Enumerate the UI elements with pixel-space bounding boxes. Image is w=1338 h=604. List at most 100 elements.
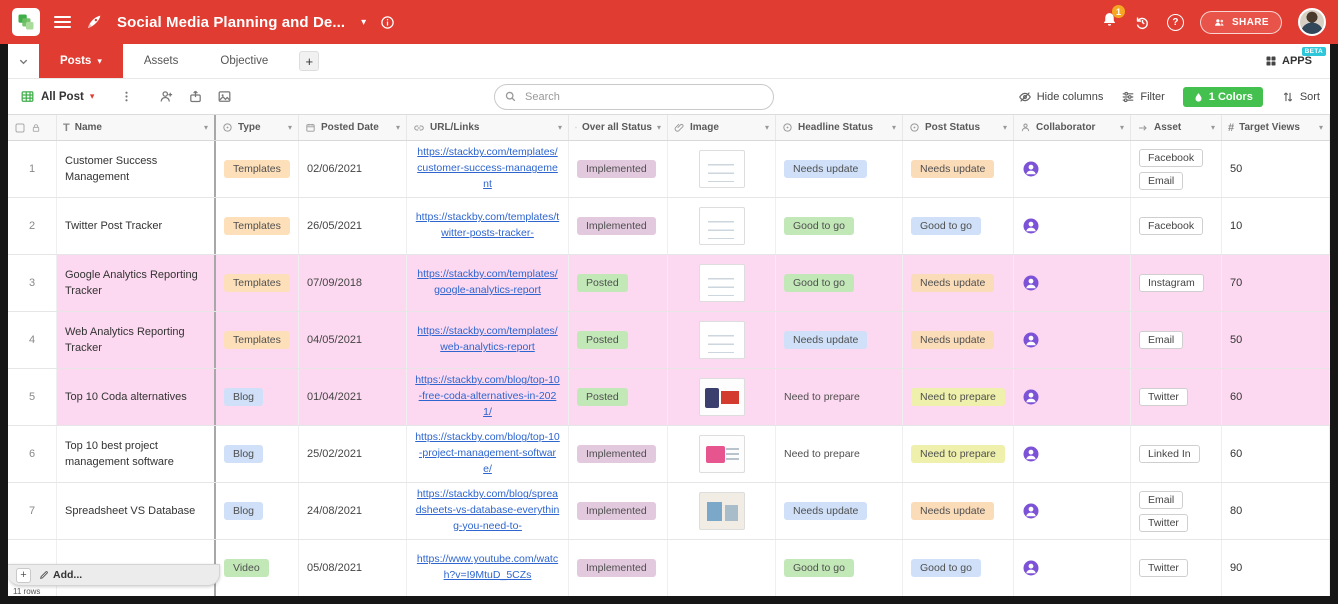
collaborator-cell[interactable] <box>1014 426 1131 482</box>
row-number[interactable]: 4 <box>8 312 57 368</box>
url-cell[interactable]: https://stackby.com/blog/top-10-free-cod… <box>407 369 569 425</box>
overall-status-cell[interactable]: Posted <box>569 312 668 368</box>
user-avatar[interactable] <box>1298 8 1326 36</box>
image-cell[interactable] <box>668 198 776 254</box>
collaborator-avatar-icon[interactable] <box>1022 502 1040 520</box>
column-header-type[interactable]: Type ▾ <box>216 115 299 140</box>
collaborator-cell[interactable] <box>1014 312 1131 368</box>
headline-status-cell[interactable]: Needs update <box>776 312 903 368</box>
image-thumbnail[interactable] <box>698 321 745 359</box>
image-thumbnail[interactable] <box>698 207 745 245</box>
hide-columns-button[interactable]: Hide columns <box>1018 90 1103 104</box>
stackby-logo[interactable] <box>12 8 40 36</box>
tab-assets[interactable]: Assets <box>123 44 200 78</box>
headline-status-cell[interactable]: Need to prepare <box>776 426 903 482</box>
url-cell[interactable]: https://stackby.com/templates/customer-s… <box>407 141 569 197</box>
view-switcher[interactable]: All Post ▾ <box>20 89 94 104</box>
type-cell[interactable]: Blog <box>216 426 299 482</box>
headline-status-cell[interactable]: Good to go <box>776 540 903 596</box>
image-thumbnail[interactable] <box>698 264 745 302</box>
posted-date-cell[interactable]: 05/08/2021 <box>299 540 407 596</box>
info-icon[interactable] <box>380 15 395 30</box>
target-views-cell[interactable]: 50 <box>1222 141 1330 197</box>
name-cell[interactable]: Spreadsheet VS Database <box>57 483 216 539</box>
url-link[interactable]: https://stackby.com/templates/google-ana… <box>415 267 560 299</box>
column-header-posted-date[interactable]: Posted Date ▾ <box>299 115 407 140</box>
url-link[interactable]: https://stackby.com/blog/top-10-project-… <box>415 430 560 477</box>
asset-cell[interactable]: Twitter <box>1131 369 1222 425</box>
overall-status-cell[interactable]: Implemented <box>569 426 668 482</box>
collaborator-avatar-icon[interactable] <box>1022 160 1040 178</box>
asset-cell[interactable]: Linked In <box>1131 426 1222 482</box>
name-cell[interactable]: Top 10 best project management software <box>57 426 216 482</box>
name-cell[interactable]: Web Analytics Reporting Tracker <box>57 312 216 368</box>
name-cell[interactable]: Twitter Post Tracker <box>57 198 216 254</box>
target-views-cell[interactable]: 60 <box>1222 369 1330 425</box>
post-status-cell[interactable]: Needs update <box>903 141 1014 197</box>
headline-status-cell[interactable]: Needs update <box>776 483 903 539</box>
collaborator-avatar-icon[interactable] <box>1022 388 1040 406</box>
row-number[interactable]: 6 <box>8 426 57 482</box>
image-thumbnail[interactable] <box>698 378 745 416</box>
image-cell[interactable] <box>668 255 776 311</box>
colors-button[interactable]: 1 Colors <box>1182 87 1263 107</box>
type-cell[interactable]: Templates <box>216 255 299 311</box>
add-row-plus-button[interactable]: + <box>16 567 31 583</box>
row-number[interactable]: 7 <box>8 483 57 539</box>
image-cell[interactable] <box>668 483 776 539</box>
url-cell[interactable]: https://stackby.com/blog/spreadsheets-vs… <box>407 483 569 539</box>
export-icon[interactable] <box>188 89 203 104</box>
collaborator-avatar-icon[interactable] <box>1022 274 1040 292</box>
column-header-url-links[interactable]: URL/Links ▾ <box>407 115 569 140</box>
posted-date-cell[interactable]: 26/05/2021 <box>299 198 407 254</box>
overall-status-cell[interactable]: Posted <box>569 255 668 311</box>
url-cell[interactable]: https://stackby.com/templates/twitter-po… <box>407 198 569 254</box>
image-cell[interactable] <box>668 141 776 197</box>
column-header-collaborator[interactable]: Collaborator ▾ <box>1014 115 1131 140</box>
type-cell[interactable]: Blog <box>216 369 299 425</box>
filter-button[interactable]: Filter <box>1121 90 1165 104</box>
target-views-cell[interactable]: 50 <box>1222 312 1330 368</box>
url-link[interactable]: https://www.youtube.com/watch?v=I9MtuD_5… <box>415 552 560 584</box>
asset-cell[interactable]: Facebook <box>1131 198 1222 254</box>
type-cell[interactable]: Templates <box>216 312 299 368</box>
sort-button[interactable]: Sort <box>1281 90 1320 104</box>
posted-date-cell[interactable]: 07/09/2018 <box>299 255 407 311</box>
overall-status-cell[interactable]: Implemented <box>569 141 668 197</box>
posted-date-cell[interactable]: 24/08/2021 <box>299 483 407 539</box>
posted-date-cell[interactable]: 25/02/2021 <box>299 426 407 482</box>
add-table-button[interactable]: + <box>299 51 320 71</box>
target-views-cell[interactable]: 90 <box>1222 540 1330 596</box>
post-status-cell[interactable]: Need to prepare <box>903 369 1014 425</box>
image-view-icon[interactable] <box>217 89 232 104</box>
share-button[interactable]: SHARE <box>1199 10 1282 34</box>
url-link[interactable]: https://stackby.com/blog/spreadsheets-vs… <box>415 487 560 534</box>
target-views-cell[interactable]: 10 <box>1222 198 1330 254</box>
collaborator-avatar-icon[interactable] <box>1022 445 1040 463</box>
overall-status-cell[interactable]: Implemented <box>569 483 668 539</box>
row-number[interactable]: 1 <box>8 141 57 197</box>
help-icon[interactable]: ? <box>1166 13 1184 31</box>
posted-date-cell[interactable]: 02/06/2021 <box>299 141 407 197</box>
search-input[interactable] <box>494 84 774 110</box>
posted-date-cell[interactable]: 01/04/2021 <box>299 369 407 425</box>
column-header-target-views[interactable]: # Target Views ▾ <box>1222 115 1330 140</box>
select-all-header[interactable] <box>8 115 57 140</box>
url-link[interactable]: https://stackby.com/blog/top-10-free-cod… <box>415 373 560 420</box>
image-cell[interactable] <box>668 312 776 368</box>
row-number[interactable]: 5 <box>8 369 57 425</box>
column-header-overall-status[interactable]: Over all Status ▾ <box>569 115 668 140</box>
overall-status-cell[interactable]: Posted <box>569 369 668 425</box>
post-status-cell[interactable]: Needs update <box>903 483 1014 539</box>
url-cell[interactable]: https://stackby.com/templates/web-analyt… <box>407 312 569 368</box>
collaborator-avatar-icon[interactable] <box>1022 559 1040 577</box>
post-status-cell[interactable]: Needs update <box>903 255 1014 311</box>
asset-cell[interactable]: Twitter <box>1131 540 1222 596</box>
collaborator-avatar-icon[interactable] <box>1022 331 1040 349</box>
add-row-bar[interactable]: + Add... <box>8 564 220 586</box>
column-header-asset[interactable]: Asset ▾ <box>1131 115 1222 140</box>
column-header-image[interactable]: Image ▾ <box>668 115 776 140</box>
add-collaborator-icon[interactable] <box>159 89 174 104</box>
asset-cell[interactable]: Facebook Email <box>1131 141 1222 197</box>
url-link[interactable]: https://stackby.com/templates/customer-s… <box>415 145 560 192</box>
